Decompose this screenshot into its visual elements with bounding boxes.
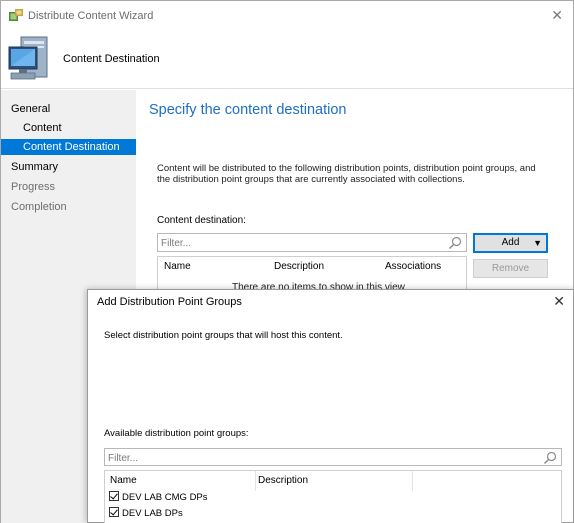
groups-filter-input[interactable] (108, 451, 538, 465)
column-header-name[interactable]: Name (164, 261, 191, 272)
nav-content-destination[interactable]: Content Destination (1, 139, 136, 155)
remove-button[interactable]: Remove (473, 259, 548, 278)
nav-summary[interactable]: Summary (11, 159, 58, 175)
checkbox[interactable] (109, 491, 119, 501)
checkbox[interactable] (109, 507, 119, 517)
search-icon[interactable] (543, 451, 557, 465)
add-button-label: Add (501, 237, 520, 248)
nav-completion: Completion (11, 201, 67, 213)
nav-general[interactable]: General (11, 101, 50, 117)
computer-icon (8, 36, 48, 80)
list-item[interactable]: DEV LAB CMG DPs (109, 491, 208, 504)
column-header-associations[interactable]: Associations (385, 261, 441, 272)
window-title: Distribute Content Wizard (28, 10, 154, 22)
available-groups-label: Available distribution point groups: (104, 428, 249, 439)
page-description: Content will be distributed to the follo… (157, 163, 536, 185)
destination-filter-input[interactable] (161, 236, 443, 250)
column-divider (255, 471, 256, 491)
title-bar: Distribute Content Wizard ✕ (1, 1, 573, 31)
add-dp-groups-dialog: Add Distribution Point Groups ✕ Select d… (87, 289, 574, 523)
column-divider (412, 471, 413, 491)
destination-filter[interactable] (157, 233, 467, 252)
dropdown-arrow-icon: ▼ (533, 238, 542, 248)
content-destination-label: Content destination: (157, 215, 246, 226)
wizard-header: Content Destination (1, 31, 573, 89)
dialog-description: Select distribution point groups that wi… (104, 330, 343, 341)
header-title: Content Destination (63, 53, 160, 65)
nav-content[interactable]: Content (23, 120, 62, 136)
nav-progress: Progress (11, 181, 56, 193)
dialog-close-icon[interactable]: ✕ (553, 293, 565, 310)
page-heading: Specify the content destination (149, 102, 347, 118)
column-header-name[interactable]: Name (110, 475, 137, 486)
dp-group-name: DEV LAB DPs (122, 508, 183, 519)
dialog-title: Add Distribution Point Groups (97, 296, 242, 308)
search-icon[interactable] (448, 236, 462, 250)
list-item[interactable]: DEV LAB DPs (109, 507, 183, 520)
add-button[interactable]: Add ▼ (473, 233, 548, 253)
close-icon[interactable]: ✕ (551, 7, 563, 24)
column-header-description[interactable]: Description (258, 475, 308, 486)
wizard-app-icon (9, 9, 23, 21)
groups-filter[interactable] (104, 448, 562, 466)
column-header-description[interactable]: Description (274, 261, 324, 272)
dp-group-name: DEV LAB CMG DPs (122, 492, 208, 503)
